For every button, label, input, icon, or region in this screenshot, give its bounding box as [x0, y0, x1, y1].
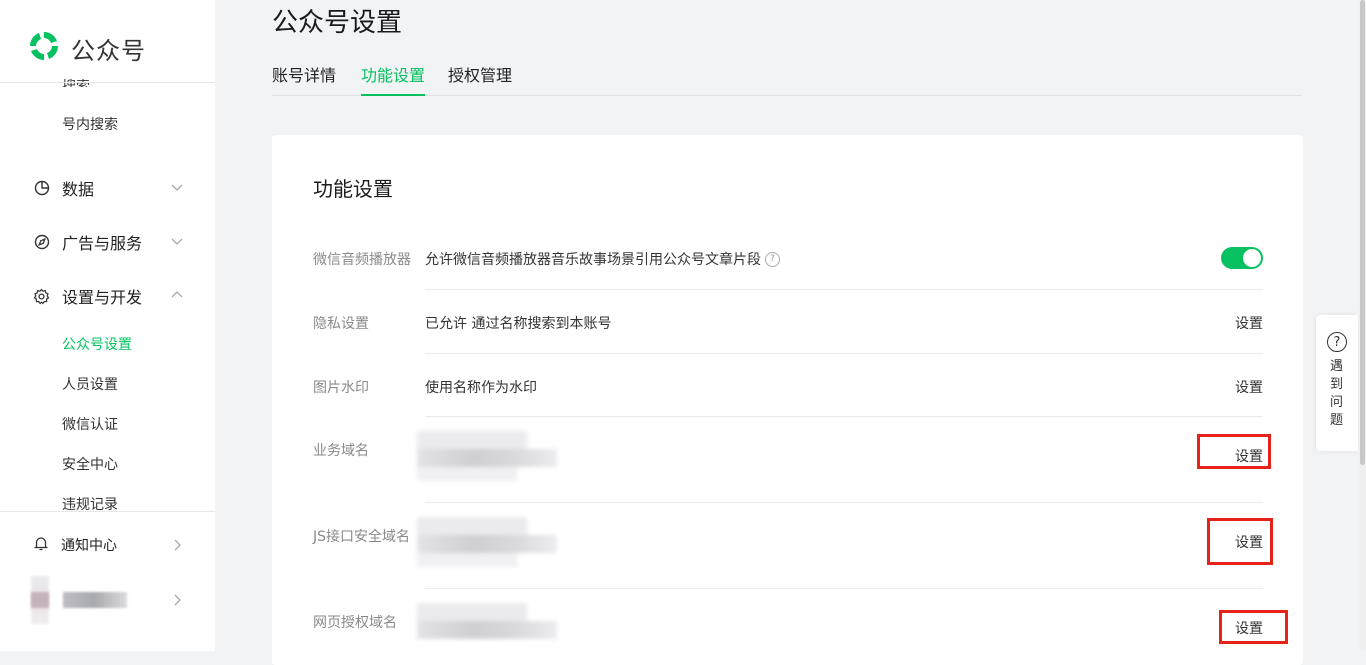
- function-settings-card: 功能设置 微信音频播放器 允许微信音频播放器音乐故事场景引用公众号文章片段 ? …: [272, 135, 1303, 665]
- sidebar-item-staff-settings[interactable]: 人员设置: [62, 374, 118, 394]
- row-value: 允许微信音频播放器音乐故事场景引用公众号文章片段 ?: [425, 249, 780, 269]
- compass-icon: [33, 234, 50, 251]
- sidebar-item-search[interactable]: 搜索: [62, 73, 90, 87]
- question-icon[interactable]: ?: [765, 251, 780, 267]
- row-divider: [425, 588, 1263, 589]
- sidebar-group-label: 广告与服务: [62, 234, 143, 253]
- row-label: 微信音频播放器: [313, 252, 411, 268]
- watermark-settings-button[interactable]: 设置: [1235, 377, 1263, 397]
- page-title: 公众号设置: [272, 8, 403, 38]
- notification-label: 通知中心: [61, 538, 117, 554]
- sidebar-item-account-settings[interactable]: 公众号设置: [62, 334, 132, 354]
- row-value: 已允许 通过名称搜索到本账号: [425, 316, 612, 332]
- sidebar-group-label: 设置与开发: [62, 288, 143, 307]
- question-circle-icon: ?: [1327, 332, 1347, 352]
- business-domain-settings-button[interactable]: 设置: [1235, 446, 1263, 466]
- help-widget[interactable]: ? 遇到问题: [1316, 315, 1358, 451]
- js-domain-settings-button[interactable]: 设置: [1235, 532, 1263, 552]
- row-label: 图片水印: [313, 380, 369, 396]
- scrollbar[interactable]: [1359, 0, 1366, 651]
- sidebar-group-settings-dev[interactable]: 设置与开发: [33, 284, 193, 308]
- row-label: JS接口安全域名: [313, 529, 411, 545]
- sidebar-item-in-account-search[interactable]: 号内搜索: [62, 114, 118, 134]
- privacy-settings-button[interactable]: 设置: [1235, 313, 1263, 333]
- sidebar-group-ads-services[interactable]: 广告与服务: [33, 230, 193, 254]
- brand[interactable]: 公众号: [27, 30, 146, 66]
- help-widget-label: 遇到问题: [1330, 359, 1344, 428]
- sidebar-group-data[interactable]: 数据: [33, 176, 193, 200]
- row-value: 使用名称作为水印: [425, 380, 537, 396]
- tab-authorization[interactable]: 授权管理: [448, 62, 512, 94]
- avatar-blur: [31, 592, 49, 608]
- row-divider: [425, 416, 1263, 417]
- chevron-up-icon: [171, 291, 183, 298]
- scrollbar-thumb[interactable]: [1360, 0, 1365, 465]
- wechat-official-logo-icon: [27, 29, 61, 67]
- sidebar-group-label: 数据: [62, 180, 95, 199]
- row-value-text: 允许微信音频播放器音乐故事场景引用公众号文章片段: [425, 252, 761, 268]
- chevron-right-icon: [174, 539, 181, 551]
- toggle-knob: [1243, 249, 1261, 267]
- bell-icon: [33, 535, 49, 556]
- chevron-right-icon: [174, 594, 181, 606]
- pie-chart-icon: [33, 180, 50, 197]
- sidebar: 公众号 搜索 号内搜索 数据 广告与服务 设置与开发 公众号设置 人员设置 微信…: [0, 0, 215, 651]
- sidebar-item-notifications[interactable]: 通知中心: [33, 533, 193, 557]
- tab-account-details[interactable]: 账号详情: [272, 62, 336, 94]
- sidebar-item-wechat-verification[interactable]: 微信认证: [62, 414, 118, 434]
- sidebar-divider: [0, 511, 215, 512]
- audio-player-toggle[interactable]: [1221, 247, 1263, 269]
- row-divider: [425, 289, 1263, 290]
- card-title: 功能设置: [313, 177, 393, 201]
- account-profile[interactable]: [17, 576, 193, 624]
- account-name-blurred: [63, 592, 127, 608]
- chevron-down-icon: [171, 184, 183, 191]
- gear-icon: [33, 288, 50, 305]
- sidebar-item-security-center[interactable]: 安全中心: [62, 454, 118, 474]
- chevron-down-icon: [171, 238, 183, 245]
- tab-function-settings[interactable]: 功能设置: [361, 62, 426, 96]
- oauth-domain-settings-button[interactable]: 设置: [1235, 618, 1263, 638]
- row-label: 业务域名: [313, 443, 369, 459]
- brand-name: 公众号: [71, 36, 146, 65]
- row-label: 隐私设置: [313, 316, 369, 332]
- row-label: 网页授权域名: [313, 615, 397, 631]
- brand-divider: [0, 82, 215, 83]
- tab-bar: 账号详情 功能设置 授权管理: [272, 62, 1302, 96]
- row-divider: [425, 353, 1263, 354]
- row-divider: [425, 502, 1263, 503]
